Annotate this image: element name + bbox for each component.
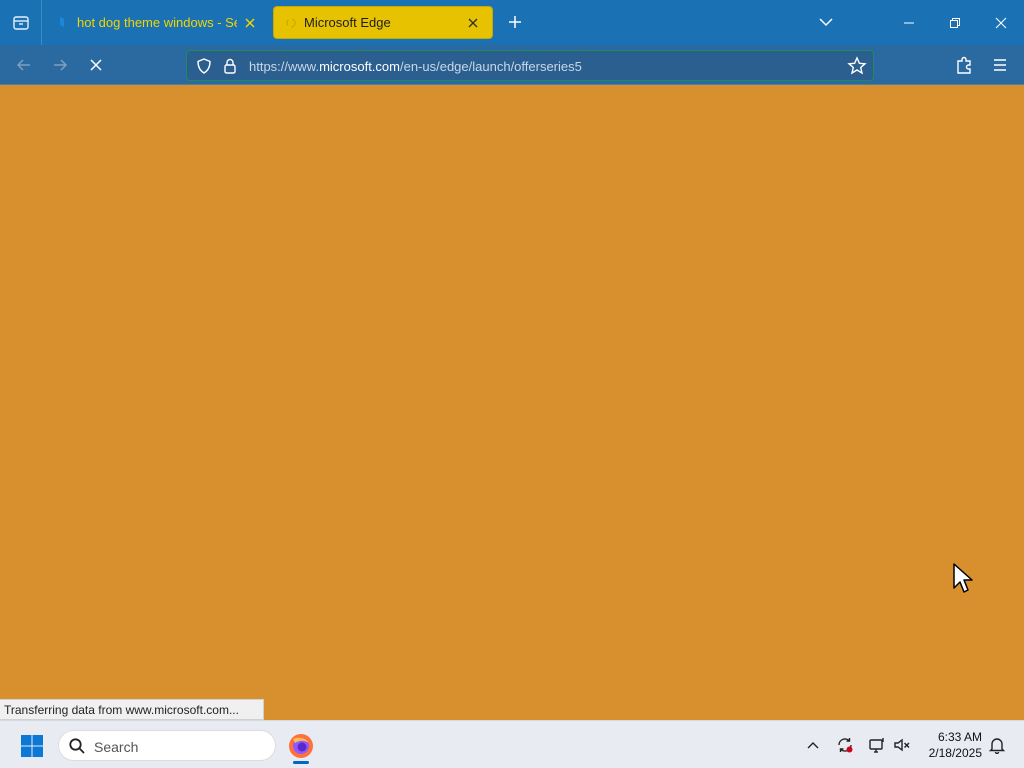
close-icon [468,18,478,27]
minimize-icon [904,22,914,23]
back-button[interactable] [10,51,38,79]
loading-favicon-icon [286,18,296,28]
shield-icon[interactable] [195,57,213,75]
tabs-dropdown-button[interactable] [813,9,839,35]
tab-title: hot dog theme windows - Search [77,15,237,30]
clock-date: 2/18/2025 [928,746,982,760]
search-icon [69,738,85,754]
search-placeholder: Search [94,739,139,755]
volume-muted-icon[interactable] [893,736,911,754]
chevron-down-icon [819,18,833,27]
tab-close-button[interactable] [464,14,482,32]
url-prefix: https://www. [249,59,320,74]
address-bar[interactable]: https://www.microsoft.com/en-us/edge/lau… [186,50,874,81]
search-favicon-icon [60,17,64,27]
lock-icon[interactable] [221,57,239,75]
tab-close-button[interactable] [241,14,259,32]
mouse-cursor-icon [953,563,973,593]
stop-loading-button[interactable] [82,51,110,79]
active-app-indicator [293,761,309,764]
notification-bell-icon[interactable] [988,736,1006,754]
page-content[interactable] [0,86,1024,720]
tab-search[interactable]: hot dog theme windows - Search [47,6,269,39]
close-window-button[interactable] [978,0,1024,45]
list-all-tabs-button[interactable] [0,0,42,45]
system-clock[interactable]: 6:33 AM 2/18/2025 [918,729,982,761]
bookmark-star-icon[interactable] [847,56,867,76]
network-icon[interactable] [868,736,886,754]
restore-button[interactable] [932,0,978,45]
close-icon [995,17,1007,28]
windows-start-icon[interactable] [18,732,46,760]
plus-icon [509,16,521,28]
forward-button[interactable] [46,51,74,79]
close-icon [245,18,255,27]
hamburger-menu-icon[interactable] [988,53,1012,77]
sync-icon[interactable] [836,736,854,754]
navigation-toolbar: https://www.microsoft.com/en-us/edge/lau… [0,45,1024,85]
chevron-up-icon[interactable] [804,736,822,754]
url-domain: microsoft.com [319,59,400,74]
extensions-puzzle-icon[interactable] [952,53,976,77]
status-bar: Transferring data from www.microsoft.com… [0,699,264,720]
arrow-right-icon [54,59,68,71]
restore-icon [950,17,960,28]
tab-list-icon [12,15,29,30]
close-icon [90,59,102,71]
url-path: /en-us/edge/launch/offerseries5 [399,59,582,74]
clock-time: 6:33 AM [937,730,982,744]
minimize-button[interactable] [886,0,932,45]
taskbar-search-box[interactable]: Search [58,730,276,761]
tab-title: Microsoft Edge [304,15,391,30]
arrow-left-icon [16,59,30,71]
firefox-icon[interactable] [285,727,317,765]
taskbar: Search 6:33 AM 2/18/2025 [0,720,1024,768]
tab-microsoft-edge[interactable]: Microsoft Edge [273,6,493,39]
tab-strip: hot dog theme windows - Search Microsoft… [0,0,1024,45]
url-text[interactable]: https://www.microsoft.com/en-us/edge/lau… [249,59,582,74]
new-tab-button[interactable] [502,9,528,35]
